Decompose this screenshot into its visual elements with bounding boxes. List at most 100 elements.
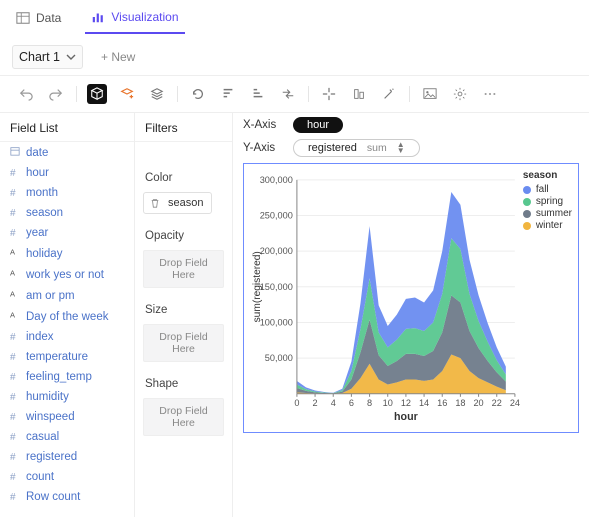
filters-dropzone[interactable] bbox=[135, 142, 232, 164]
sort-asc-icon[interactable] bbox=[248, 84, 268, 104]
field-item[interactable]: #hour bbox=[0, 163, 134, 183]
svg-text:6: 6 bbox=[349, 398, 354, 408]
field-label: temperature bbox=[26, 351, 88, 363]
svg-text:24: 24 bbox=[510, 398, 520, 408]
date-type-icon bbox=[10, 146, 20, 159]
hash-type-icon: # bbox=[10, 372, 20, 383]
svg-text:0: 0 bbox=[294, 398, 299, 408]
legend-label: winter bbox=[536, 220, 563, 231]
chart-frame[interactable]: 50,000100,000150,000200,000250,000300,00… bbox=[243, 163, 579, 433]
field-item[interactable]: # Row count bbox=[0, 487, 134, 507]
svg-text:100,000: 100,000 bbox=[260, 318, 293, 328]
legend-item[interactable]: winter bbox=[523, 220, 572, 231]
field-item[interactable]: date bbox=[0, 142, 134, 163]
size-dropzone[interactable]: Drop Field Here bbox=[143, 324, 224, 362]
toolbar-separator bbox=[76, 86, 77, 102]
svg-text:300,000: 300,000 bbox=[260, 175, 293, 185]
field-label: am or pm bbox=[26, 290, 75, 302]
sort-arrows-icon: ▲▼ bbox=[397, 142, 405, 154]
chart-tab-1[interactable]: Chart 1 bbox=[12, 45, 83, 69]
layers-icon[interactable] bbox=[147, 84, 167, 104]
legend-title: season bbox=[523, 170, 572, 181]
legend-label: spring bbox=[536, 196, 563, 207]
field-item[interactable]: #month bbox=[0, 183, 134, 203]
undo-icon[interactable] bbox=[16, 84, 36, 104]
text-type-icon: A bbox=[10, 247, 20, 260]
field-item[interactable]: #registered bbox=[0, 447, 134, 467]
color-chip-season[interactable]: season bbox=[143, 192, 212, 214]
field-item[interactable]: Awork yes or not bbox=[0, 264, 134, 285]
image-icon[interactable] bbox=[420, 84, 440, 104]
cube-icon[interactable] bbox=[87, 84, 107, 104]
top-tab-visualization[interactable]: Visualization bbox=[85, 6, 184, 34]
crosshair-icon[interactable] bbox=[319, 84, 339, 104]
opacity-title: Opacity bbox=[135, 222, 232, 246]
field-item[interactable]: #casual bbox=[0, 427, 134, 447]
field-item[interactable]: #winspeed bbox=[0, 407, 134, 427]
svg-text:22: 22 bbox=[492, 398, 502, 408]
new-chart-tab[interactable]: + New bbox=[101, 50, 135, 64]
top-tab-data[interactable]: Data bbox=[10, 7, 67, 33]
shape-dropzone[interactable]: Drop Field Here bbox=[143, 398, 224, 436]
legend-swatch bbox=[523, 210, 531, 218]
field-item[interactable]: Aholiday bbox=[0, 243, 134, 264]
y-axis-agg: sum bbox=[367, 142, 387, 154]
field-item[interactable]: #year bbox=[0, 223, 134, 243]
field-item[interactable]: #season bbox=[0, 203, 134, 223]
field-item[interactable]: #count bbox=[0, 467, 134, 487]
svg-text:16: 16 bbox=[437, 398, 447, 408]
hash-type-icon: # bbox=[10, 228, 20, 239]
legend-item[interactable]: fall bbox=[523, 184, 572, 195]
hash-type-icon: # bbox=[10, 392, 20, 403]
color-chip-label: season bbox=[168, 197, 203, 209]
toolbar bbox=[0, 76, 589, 113]
x-axis-value: hour bbox=[307, 119, 329, 131]
hash-type-icon: # bbox=[10, 432, 20, 443]
field-label: holiday bbox=[26, 248, 62, 260]
opacity-dropzone[interactable]: Drop Field Here bbox=[143, 250, 224, 288]
trash-icon[interactable] bbox=[148, 196, 162, 210]
field-label: season bbox=[26, 207, 63, 219]
field-item[interactable]: #index bbox=[0, 327, 134, 347]
refresh-icon[interactable] bbox=[188, 84, 208, 104]
chevron-down-icon bbox=[66, 52, 76, 62]
svg-text:14: 14 bbox=[419, 398, 429, 408]
y-axis-pill[interactable]: registered sum ▲▼ bbox=[293, 139, 420, 157]
more-icon[interactable] bbox=[480, 84, 500, 104]
svg-text:200,000: 200,000 bbox=[260, 246, 293, 256]
hash-type-icon: # bbox=[10, 332, 20, 343]
field-item[interactable]: #temperature bbox=[0, 347, 134, 367]
stack-icon[interactable] bbox=[349, 84, 369, 104]
svg-text:10: 10 bbox=[383, 398, 393, 408]
svg-text:50,000: 50,000 bbox=[265, 353, 293, 363]
redo-icon[interactable] bbox=[46, 84, 66, 104]
legend-item[interactable]: spring bbox=[523, 196, 572, 207]
svg-text:sum(registered): sum(registered) bbox=[252, 251, 263, 322]
svg-text:2: 2 bbox=[313, 398, 318, 408]
svg-text:12: 12 bbox=[401, 398, 411, 408]
x-axis-label: X-Axis bbox=[243, 119, 285, 131]
field-label: Day of the week bbox=[26, 311, 108, 323]
text-type-icon: A bbox=[10, 310, 20, 323]
field-label: feeling_temp bbox=[26, 371, 92, 383]
field-item[interactable]: Aam or pm bbox=[0, 285, 134, 306]
size-title: Size bbox=[135, 296, 232, 320]
hash-type-icon: # bbox=[10, 492, 20, 503]
color-title: Color bbox=[135, 164, 232, 188]
legend-label: summer bbox=[536, 208, 572, 219]
field-item[interactable]: # humidity bbox=[0, 387, 134, 407]
field-item[interactable]: # feeling_temp bbox=[0, 367, 134, 387]
field-item[interactable]: A Day of the week bbox=[0, 306, 134, 327]
settings-icon[interactable] bbox=[450, 84, 470, 104]
field-list-title: Field List bbox=[0, 113, 134, 142]
layer-add-icon[interactable] bbox=[117, 84, 137, 104]
wand-icon[interactable] bbox=[379, 84, 399, 104]
sort-desc-icon[interactable] bbox=[218, 84, 238, 104]
field-label: humidity bbox=[26, 391, 69, 403]
chart-tab-label: Chart 1 bbox=[19, 50, 60, 64]
x-axis-pill[interactable]: hour bbox=[293, 117, 343, 133]
top-tab-viz-label: Visualization bbox=[111, 10, 178, 24]
legend-item[interactable]: summer bbox=[523, 208, 572, 219]
field-label: Row count bbox=[26, 491, 80, 503]
transpose-icon[interactable] bbox=[278, 84, 298, 104]
